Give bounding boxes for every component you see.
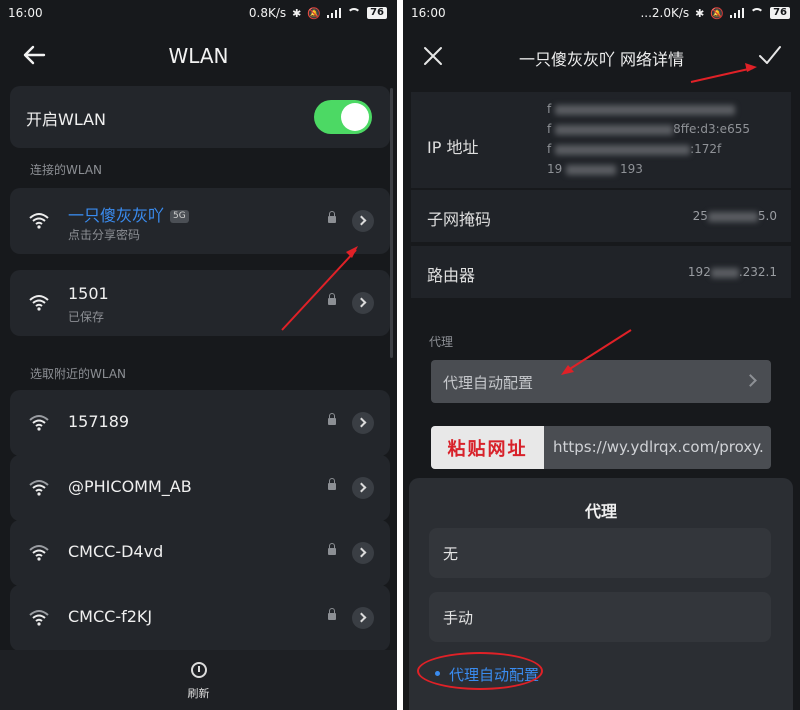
annotation-arrow xyxy=(281,246,358,331)
annotation-arrow xyxy=(561,63,757,375)
wlan-list-panel: 16:00 0.8K/s ✱ 🔕 76 WLAN 开启WLAN 连接的WLAN … xyxy=(0,0,397,710)
network-detail-panel: 16:00 ...2.0K/s ✱ 🔕 76 一只傻灰灰吖 网络详情 IP 地址… xyxy=(403,0,800,710)
